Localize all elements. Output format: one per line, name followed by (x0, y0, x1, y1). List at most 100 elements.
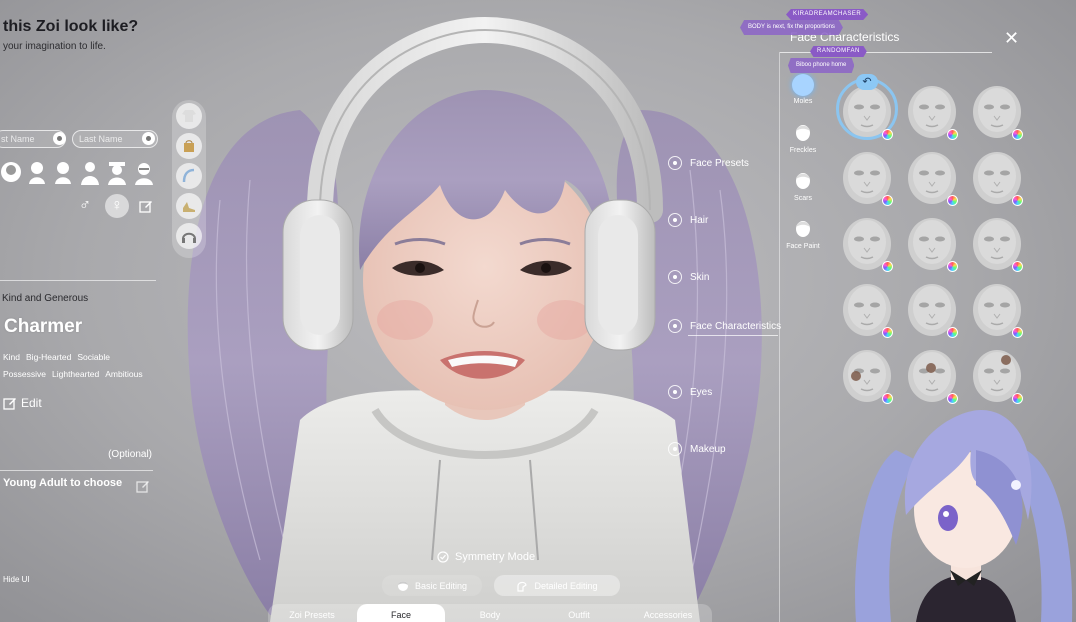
mole-option[interactable] (840, 214, 894, 272)
mole-option[interactable] (905, 280, 959, 338)
trait-tag: Possessive (3, 369, 46, 379)
undo-icon[interactable]: ↶ (856, 74, 878, 90)
detailed-editing-button[interactable]: Detailed Editing (494, 575, 620, 596)
nav-face-characteristics[interactable]: Face Characteristics (668, 319, 781, 333)
category-freckles[interactable]: Freckles (786, 123, 820, 154)
nav-label: Hair (690, 214, 709, 226)
nav-skin[interactable]: Skin (668, 270, 709, 284)
nav-label: Face Presets (690, 157, 749, 169)
female-symbol-icon: ♀ (111, 197, 123, 214)
mole-option[interactable] (840, 280, 894, 338)
male-symbol-icon: ♂ (79, 197, 91, 214)
pencil-icon (139, 201, 152, 213)
color-swatch-icon[interactable] (947, 195, 958, 206)
nav-dot-icon (668, 213, 682, 227)
edit-age-icon[interactable] (136, 479, 150, 493)
color-swatch-icon[interactable] (1012, 195, 1023, 206)
mole-option[interactable] (905, 214, 959, 272)
color-swatch-icon[interactable] (1012, 261, 1023, 272)
chat-username: RANDOMFAN (810, 46, 867, 57)
age-adult-icon[interactable] (106, 160, 128, 186)
symmetry-mode-toggle[interactable]: Symmetry Mode (437, 551, 535, 563)
tab-zoi-presets[interactable]: Zoi Presets (268, 604, 356, 622)
color-swatch-icon[interactable] (947, 129, 958, 140)
nav-dot-icon (668, 156, 682, 170)
mole-option[interactable] (970, 280, 1024, 338)
age-infant-icon[interactable] (0, 160, 22, 186)
color-swatch-icon[interactable] (1012, 129, 1023, 140)
outfit-slot-hair[interactable] (176, 163, 202, 189)
color-swatch-icon[interactable] (1012, 327, 1023, 338)
age-child-icon[interactable] (52, 160, 74, 186)
color-swatch-icon[interactable] (882, 327, 893, 338)
outfit-slot-bag[interactable] (176, 133, 202, 159)
edit-label: Edit (21, 396, 42, 410)
mole-option[interactable] (905, 82, 959, 140)
headphones-icon (182, 232, 196, 243)
female-gender-button[interactable]: ♀ (105, 194, 129, 218)
nav-eyes[interactable]: Eyes (668, 385, 712, 399)
nav-label: Eyes (690, 386, 713, 398)
category-label: Freckles (789, 147, 817, 154)
close-icon[interactable]: ✕ (1004, 28, 1019, 49)
face-icon (397, 580, 408, 591)
age-toddler-icon[interactable] (26, 160, 48, 186)
mole-option[interactable] (970, 82, 1024, 140)
basic-editing-label: Basic Editing (414, 580, 468, 591)
outfit-slot-headphones[interactable] (176, 223, 202, 249)
check-circle-icon (437, 551, 449, 563)
nav-label: Makeup (690, 443, 726, 455)
chat-message: BODY is next, fix the proportions (740, 20, 843, 35)
mole-option[interactable] (840, 148, 894, 206)
mole-option[interactable] (970, 214, 1024, 272)
nav-dot-icon (668, 319, 682, 333)
mole-option[interactable] (836, 78, 898, 140)
randomize-last-name-icon[interactable] (142, 132, 155, 145)
color-swatch-icon[interactable] (947, 261, 958, 272)
scars-icon (796, 173, 810, 189)
color-swatch-icon[interactable] (947, 327, 958, 338)
section-divider (0, 470, 153, 471)
page-title: this Zoi look like? (3, 18, 139, 35)
tab-face[interactable]: Face (357, 604, 445, 622)
nav-face-presets[interactable]: Face Presets (668, 156, 749, 170)
edit-traits-button[interactable]: Edit (3, 396, 42, 410)
mole-option[interactable] (970, 148, 1024, 206)
section-divider (0, 280, 156, 281)
trait-tag: Sociable (77, 352, 110, 362)
trait-tag: Ambitious (105, 369, 143, 379)
nav-hair[interactable]: Hair (668, 213, 708, 227)
tab-accessories[interactable]: Accessories (624, 604, 712, 622)
outfit-slot-shoes[interactable] (176, 193, 202, 219)
nav-makeup[interactable]: Makeup (668, 442, 726, 456)
bottom-tab-bar: Zoi Presets Face Body Outfit Accessories (268, 604, 712, 622)
category-scars[interactable]: Scars (786, 171, 820, 202)
edit-icon (3, 398, 16, 410)
edit-gender-button[interactable] (134, 194, 158, 218)
age-elder-icon[interactable] (133, 160, 155, 186)
outfit-slot-top[interactable] (176, 103, 202, 129)
color-swatch-icon[interactable] (882, 261, 893, 272)
age-teen-icon[interactable] (79, 160, 101, 186)
color-swatch-icon[interactable] (882, 195, 893, 206)
nav-label: Skin (690, 271, 710, 283)
category-face-paint[interactable]: Face Paint (786, 219, 820, 250)
trait-tags-row-2: Possessive Lighthearted Ambitious (3, 369, 143, 379)
shoes-icon (183, 202, 195, 212)
symmetry-label: Symmetry Mode (455, 551, 536, 563)
color-swatch-icon[interactable] (882, 129, 893, 140)
optional-label: (Optional) (108, 449, 152, 460)
tab-outfit[interactable]: Outfit (535, 604, 623, 622)
trait-tag: Kind (3, 352, 21, 362)
age-value[interactable]: Young Adult to choose (3, 477, 122, 489)
basic-editing-button[interactable]: Basic Editing (382, 575, 482, 596)
mole-option[interactable] (905, 148, 959, 206)
page-subtitle: your imagination to life. (3, 41, 106, 52)
nav-label: Face Characteristics (690, 320, 782, 332)
category-moles[interactable]: Moles (786, 74, 820, 105)
tab-body[interactable]: Body (446, 604, 534, 622)
hide-ui-button[interactable]: Hide UI (3, 575, 30, 584)
trait-tag: Big-Hearted (26, 352, 72, 362)
male-gender-button[interactable]: ♂ (73, 194, 97, 218)
randomize-first-name-icon[interactable] (53, 132, 66, 145)
